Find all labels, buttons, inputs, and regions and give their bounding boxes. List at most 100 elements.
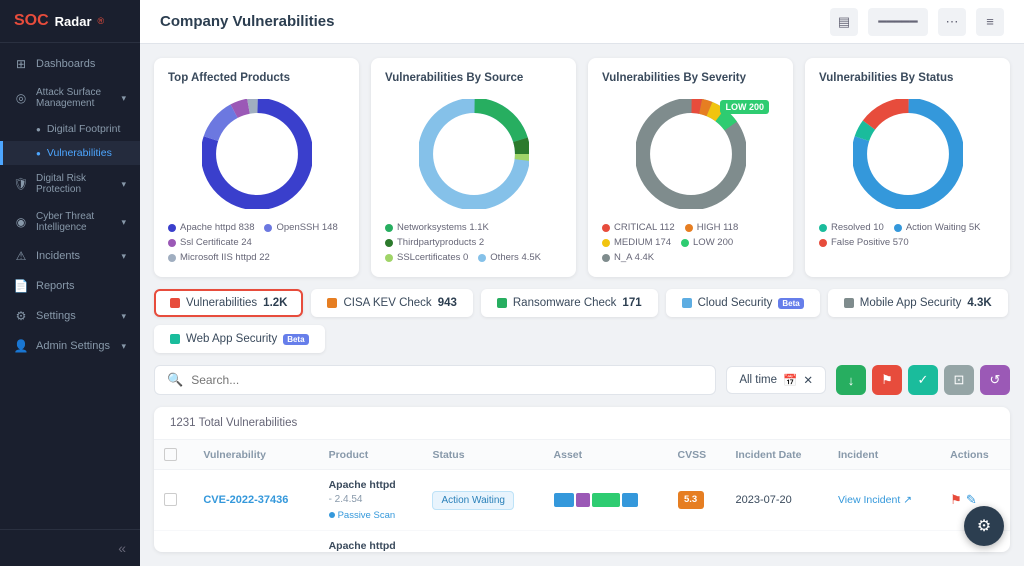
product-name: Apache httpd xyxy=(329,539,413,552)
tab-count: 943 xyxy=(438,297,457,309)
view-incident-link[interactable]: View Incident ↗ xyxy=(838,494,930,506)
tab-count: 171 xyxy=(622,297,641,309)
logo-icon: SOC xyxy=(14,12,49,30)
chart-title: Vulnerabilities By Source xyxy=(385,72,562,84)
chart-vuln-by-source: Vulnerabilities By Source Networksystems… xyxy=(371,58,576,277)
legend-item: Resolved 10 xyxy=(819,222,884,233)
sidebar-item-cyber-threat[interactable]: ◉ Cyber Threat Intelligence ▾ xyxy=(0,203,140,241)
cve-link[interactable]: CVE-2022-37436 xyxy=(203,494,288,506)
row-checkbox-cell xyxy=(154,470,193,531)
legend-dot xyxy=(168,254,176,262)
col-status: Status xyxy=(422,440,543,470)
cve-cell: CVE-2022-37436 xyxy=(193,470,318,531)
col-incident: Incident xyxy=(828,440,940,470)
status-cell: Action Waiting xyxy=(422,530,543,552)
asset-bar xyxy=(554,493,574,507)
legend-item: SSLcertificates 0 xyxy=(385,252,468,263)
check-button[interactable]: ✓ xyxy=(908,365,938,395)
chart-donut-area xyxy=(819,94,996,214)
chart-title: Vulnerabilities By Severity xyxy=(602,72,779,84)
filter-tab-cloud-security[interactable]: Cloud Security Beta xyxy=(666,289,820,317)
search-input[interactable] xyxy=(191,373,703,387)
search-box[interactable]: 🔍 xyxy=(154,365,716,395)
donut-chart xyxy=(419,99,529,209)
sidebar-item-vulnerabilities[interactable]: ● Vulnerabilities xyxy=(0,141,140,165)
product-name: Apache httpd xyxy=(329,478,413,493)
sidebar-item-incidents[interactable]: ⚠ Incidents ▾ xyxy=(0,241,140,271)
filter-tab-cisa-kev[interactable]: CISA KEV Check 943 xyxy=(311,289,472,317)
scan-dot xyxy=(329,512,335,518)
legend-dot xyxy=(385,239,393,247)
fab-button[interactable]: ⚙ xyxy=(964,506,1004,546)
sidebar-item-admin[interactable]: 👤 Admin Settings ▾ xyxy=(0,331,140,361)
sidebar-item-digital-risk[interactable]: 🛡 Digital Risk Protection ▾ xyxy=(0,165,140,203)
chevron-icon: ▾ xyxy=(121,179,126,190)
topbar-more-icon[interactable]: ⋯ xyxy=(938,8,966,36)
tab-label: Ransomware Check xyxy=(513,297,617,309)
col-checkbox xyxy=(154,440,193,470)
date-filter[interactable]: All time 📅 ✕ xyxy=(726,366,826,394)
product-cell: Apache httpd - 2.4.54 Passive Scan xyxy=(319,530,423,552)
filter-tab-mobile-app[interactable]: Mobile App Security 4.3K xyxy=(828,289,1008,317)
legend-dot xyxy=(685,224,693,232)
legend-item: MEDIUM 174 xyxy=(602,237,671,248)
legend-dot xyxy=(819,239,827,247)
beta-badge: Beta xyxy=(283,334,308,345)
tab-dot xyxy=(682,298,692,308)
edit-action-btn[interactable]: ✎ xyxy=(966,492,977,508)
cve-cell: CVE-2023-27522 xyxy=(193,530,318,552)
chart-legend: CRITICAL 112 HIGH 118 MEDIUM 174 LOW 200… xyxy=(602,222,779,263)
chart-legend: Apache httpd 838 OpenSSH 148 Ssl Certifi… xyxy=(168,222,345,263)
sidebar-item-attack-surface[interactable]: ◎ Attack Surface Management ▾ xyxy=(0,79,140,117)
row-checkbox-cell xyxy=(154,530,193,552)
row-checkbox[interactable] xyxy=(164,493,177,506)
sidebar-collapse-btn[interactable]: « xyxy=(0,529,140,566)
topbar-list-icon[interactable]: ≡ xyxy=(976,8,1004,36)
clear-date-icon[interactable]: ✕ xyxy=(803,373,813,387)
flag-action-btn[interactable]: ⚑ xyxy=(950,492,962,508)
product-version: - 2.4.54 xyxy=(329,493,413,507)
filter-tab-vulnerabilities[interactable]: Vulnerabilities 1.2K xyxy=(154,289,303,317)
flag-button[interactable]: ⚑ xyxy=(872,365,902,395)
cvss-cell: 5.3 xyxy=(668,470,726,531)
status-badge: Action Waiting xyxy=(432,491,514,510)
chart-vuln-by-status: Vulnerabilities By Status Resolved 10 Ac… xyxy=(805,58,1010,277)
dashboard-icon: ⊞ xyxy=(14,57,28,71)
sidebar-item-reports[interactable]: 📄 Reports xyxy=(0,271,140,301)
topbar-grid-icon[interactable]: ▤ xyxy=(830,8,858,36)
select-all-checkbox[interactable] xyxy=(164,448,177,461)
sidebar-item-dashboards[interactable]: ⊞ Dashboards xyxy=(0,49,140,79)
topbar-menu-icon[interactable]: ━━━━━ xyxy=(868,8,928,36)
cvss-badge: 5.3 xyxy=(678,491,704,509)
collapse-icon[interactable]: « xyxy=(118,540,126,556)
content-area: Top Affected Products Apache httpd 838 O… xyxy=(140,44,1024,566)
sidebar-item-settings[interactable]: ⚙ Settings ▾ xyxy=(0,301,140,331)
sidebar-item-label: Incidents xyxy=(36,250,80,262)
search-row: 🔍 All time 📅 ✕ ↓ ⚑ ✓ ⊡ ↺ xyxy=(154,365,1010,395)
donut-chart xyxy=(202,99,312,209)
sidebar: SOCRadar ® ⊞ Dashboards ◎ Attack Surface… xyxy=(0,0,140,566)
vulnerability-table-section: 1231 Total Vulnerabilities Vulnerability… xyxy=(154,407,1010,552)
filter-tab-web-app[interactable]: Web App Security Beta xyxy=(154,325,325,353)
chart-vuln-by-severity: Vulnerabilities By Severity LOW 200 CRIT… xyxy=(588,58,793,277)
col-vulnerability: Vulnerability xyxy=(193,440,318,470)
legend-dot xyxy=(385,224,393,232)
cvss-cell: 7.5 xyxy=(668,530,726,552)
legend-dot xyxy=(264,224,272,232)
archive-button[interactable]: ⊡ xyxy=(944,365,974,395)
sidebar-item-digital-footprint[interactable]: ● Digital Footprint xyxy=(0,117,140,141)
download-button[interactable]: ↓ xyxy=(836,365,866,395)
search-icon: 🔍 xyxy=(167,372,183,388)
refresh-button[interactable]: ↺ xyxy=(980,365,1010,395)
table-header-row: Vulnerability Product Status Asset CVSS … xyxy=(154,440,1010,470)
legend-item: Action Waiting 5K xyxy=(894,222,981,233)
asset-bar xyxy=(576,493,590,507)
logo-text: Radar xyxy=(55,14,92,29)
scan-type: Passive Scan xyxy=(338,509,396,522)
incident-date-cell: 2023-07-20 xyxy=(725,530,827,552)
asset-cell xyxy=(544,530,668,552)
tab-dot xyxy=(170,334,180,344)
charts-row: Top Affected Products Apache httpd 838 O… xyxy=(154,58,1010,277)
scan-badge: Passive Scan xyxy=(329,509,413,522)
filter-tab-ransomware[interactable]: Ransomware Check 171 xyxy=(481,289,658,317)
